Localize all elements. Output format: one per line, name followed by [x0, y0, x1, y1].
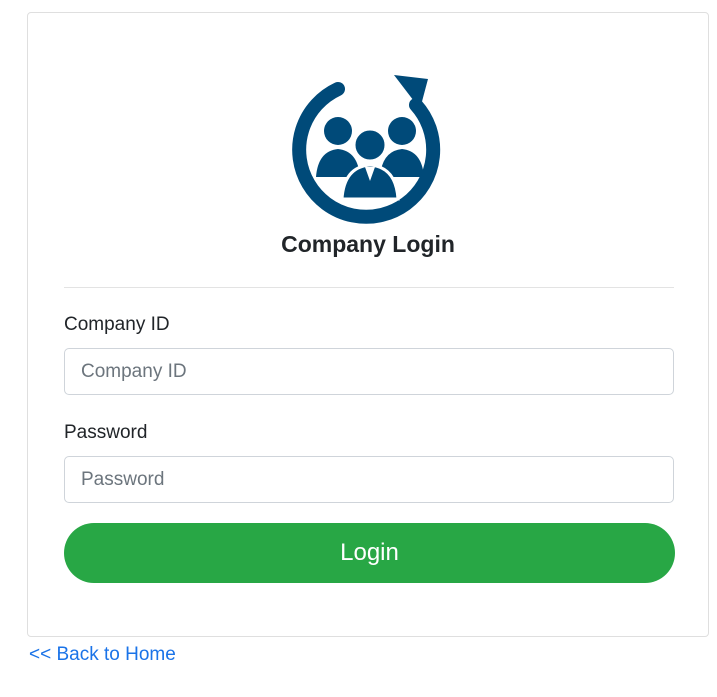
divider	[64, 287, 674, 288]
login-button[interactable]: Login	[64, 523, 675, 583]
login-card: Company Login Company ID Password Login	[27, 12, 709, 637]
company-id-input[interactable]	[64, 348, 674, 395]
team-refresh-icon	[292, 75, 441, 224]
password-input[interactable]	[64, 456, 674, 503]
password-label: Password	[64, 422, 148, 443]
page-title: Company Login	[281, 231, 455, 257]
company-id-label: Company ID	[64, 314, 170, 335]
back-to-home-link[interactable]: << Back to Home	[29, 643, 176, 667]
